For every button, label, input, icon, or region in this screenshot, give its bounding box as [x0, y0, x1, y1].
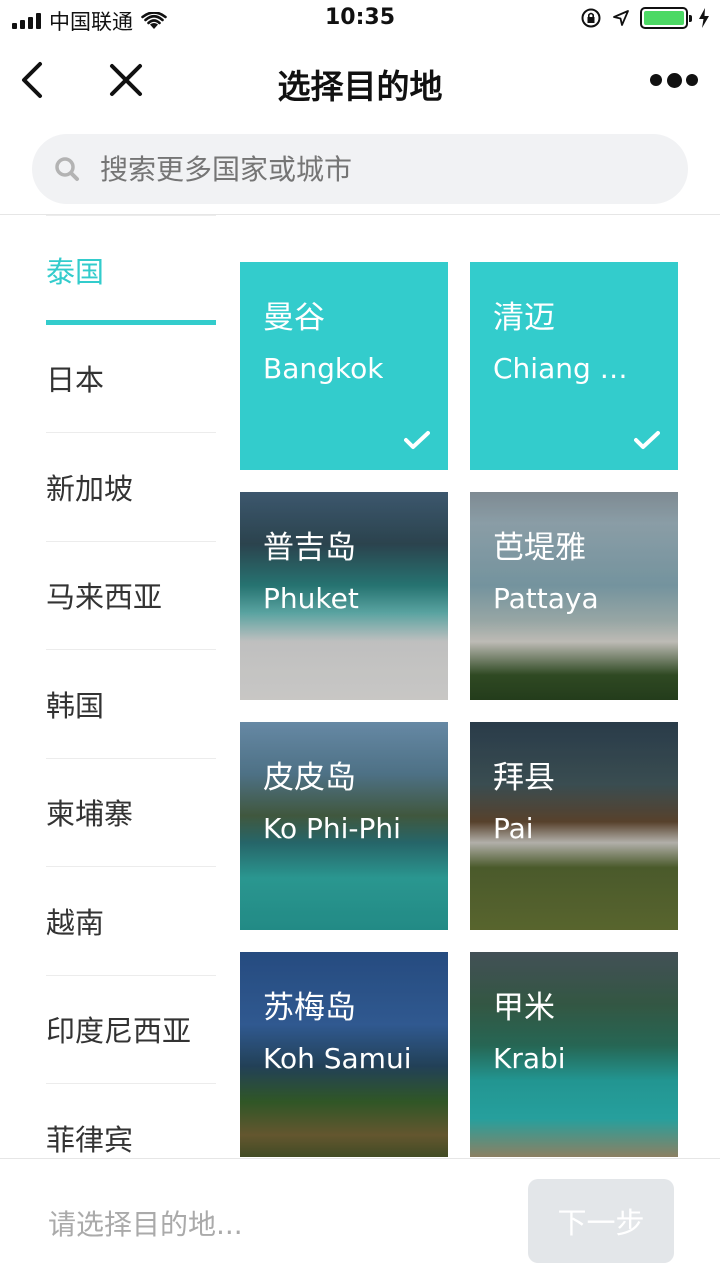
sidebar-item-label: 日本 [46, 363, 105, 398]
charging-icon [699, 8, 709, 28]
bottom-bar: 请选择目的地... 下一步 [0, 1158, 720, 1280]
sidebar-item-label: 韩国 [46, 688, 105, 723]
search-bar[interactable] [32, 134, 688, 204]
destination-card-krabi[interactable]: 甲米 Krabi [470, 952, 678, 1157]
sidebar-item-label: 越南 [46, 905, 105, 940]
destination-card-bangkok[interactable]: 曼谷 Bangkok [240, 262, 448, 470]
destination-name-en: Bangkok [263, 352, 384, 385]
rotation-lock-icon [581, 8, 601, 28]
destination-card-chiang-mai[interactable]: 清迈 Chiang … [470, 262, 678, 470]
destination-card-koh-samui[interactable]: 苏梅岛 Koh Samui [240, 952, 448, 1157]
destination-card-ko-phi-phi[interactable]: 皮皮岛 Ko Phi-Phi [240, 722, 448, 930]
destination-name-en: Koh Samui [263, 1042, 412, 1075]
country-sidebar: 泰国 日本 新加坡 马来西亚 韩国 柬埔寨 越南 印度尼西亚 菲律宾 [46, 215, 216, 1160]
destination-name-cn: 皮皮岛 [263, 760, 356, 796]
destination-name-cn: 普吉岛 [263, 530, 356, 566]
next-step-button[interactable]: 下一步 [528, 1179, 674, 1263]
destination-name-cn: 拜县 [493, 760, 555, 796]
destination-name-cn: 苏梅岛 [263, 990, 356, 1026]
destination-grid: 曼谷 Bangkok 清迈 Chiang … 普吉岛 Phuket 芭堤雅 Pa… [240, 262, 680, 1157]
selection-hint: 请选择目的地... [48, 1208, 243, 1241]
sidebar-item-label: 新加坡 [46, 471, 134, 506]
destination-name-cn: 甲米 [493, 990, 555, 1026]
sidebar-item-korea[interactable]: 韩国 [46, 650, 216, 759]
sidebar-item-cambodia[interactable]: 柬埔寨 [46, 759, 216, 867]
destination-card-pai[interactable]: 拜县 Pai [470, 722, 678, 930]
sidebar-item-thailand[interactable]: 泰国 [46, 216, 216, 325]
destination-card-phuket[interactable]: 普吉岛 Phuket [240, 492, 448, 700]
destination-name-en: Phuket [263, 582, 359, 615]
sidebar-item-label: 柬埔寨 [46, 797, 134, 832]
page-title: 选择目的地 [277, 67, 443, 106]
destination-name-cn: 芭堤雅 [493, 530, 586, 566]
sidebar-item-label: 泰国 [46, 255, 105, 290]
sidebar-item-label: 印度尼西亚 [46, 1014, 192, 1049]
sidebar-item-label: 马来西亚 [46, 580, 163, 615]
sidebar-item-philippines[interactable]: 菲律宾 [46, 1084, 216, 1160]
destination-name-en: Krabi [493, 1042, 566, 1075]
destination-card-pattaya[interactable]: 芭堤雅 Pattaya [470, 492, 678, 700]
destination-name-en: Chiang … [493, 352, 628, 385]
sidebar-item-vietnam[interactable]: 越南 [46, 867, 216, 976]
nav-bar: 选择目的地 [0, 40, 720, 124]
check-icon [404, 431, 430, 449]
sidebar-item-japan[interactable]: 日本 [46, 325, 216, 433]
sidebar-item-indonesia[interactable]: 印度尼西亚 [46, 976, 216, 1084]
destination-name-en: Ko Phi-Phi [263, 812, 401, 845]
sidebar-item-singapore[interactable]: 新加坡 [46, 433, 216, 542]
sidebar-item-label: 菲律宾 [46, 1122, 134, 1157]
destination-name-cn: 曼谷 [263, 300, 325, 336]
more-icon[interactable] [650, 68, 698, 92]
location-icon [613, 10, 629, 26]
battery-icon [640, 7, 692, 29]
destination-name-en: Pattaya [493, 582, 599, 615]
sidebar-item-malaysia[interactable]: 马来西亚 [46, 542, 216, 650]
search-icon [55, 157, 79, 181]
destination-name-en: Pai [493, 812, 534, 845]
destination-name-cn: 清迈 [493, 300, 555, 336]
status-bar: 中国联通 10:35 [0, 0, 720, 40]
search-input[interactable] [100, 152, 640, 186]
check-icon [634, 431, 660, 449]
